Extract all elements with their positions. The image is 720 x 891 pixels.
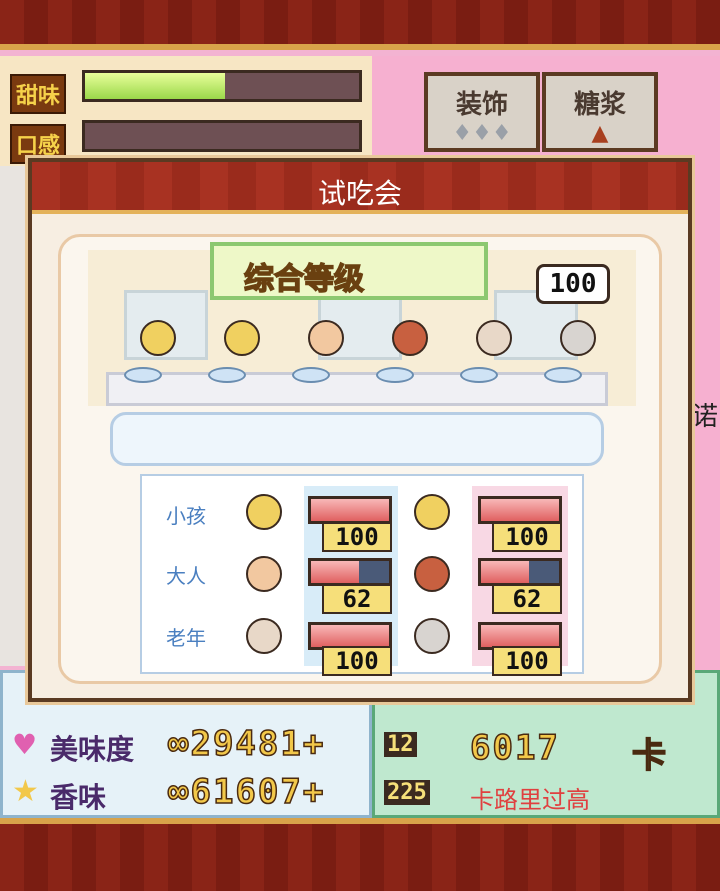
score-meter-fill [311, 625, 389, 647]
judge-senior-avatar [476, 320, 512, 356]
aroma-number: 61607 [190, 771, 303, 813]
score-value: 100 [492, 522, 562, 552]
judge-adult-avatar [308, 320, 344, 356]
calories-value: 6017 [469, 727, 560, 769]
adult-woman-icon [414, 556, 450, 592]
score-meter-fill [481, 561, 530, 583]
syrup-button[interactable]: 糖浆 ▲ [542, 72, 658, 152]
score-value: 100 [322, 522, 392, 552]
level-banner-text: 综合等级 [243, 261, 365, 298]
top-frame [0, 0, 720, 50]
senior-woman-icon [414, 618, 450, 654]
plate [460, 367, 498, 383]
aroma-value: ∞61607+ [167, 771, 326, 813]
aroma-plus: 225 [384, 780, 430, 805]
aroma-label: 香味 [50, 781, 107, 814]
plate [292, 367, 330, 383]
score-meter-fill [311, 499, 389, 521]
score-meter-fill [481, 625, 559, 647]
sweet-bar [82, 70, 362, 102]
bottom-frame [0, 818, 720, 891]
comment-box [110, 412, 604, 466]
sweet-label: 甜味 [10, 74, 67, 114]
row-label-senior: 老年 [166, 626, 206, 650]
dialog-title: 试吃会 [317, 177, 402, 210]
heart-icon: ♥ [12, 728, 38, 761]
dialog-header: 试吃会 [32, 162, 688, 214]
score-meter-fill [481, 499, 559, 521]
decoration-button[interactable]: 装饰 ♦♦♦ [424, 72, 540, 152]
row-label-adult: 大人 [166, 564, 206, 588]
child-boy-icon [246, 494, 282, 530]
drop-icon: ♦♦♦ [452, 121, 512, 146]
score-value: 62 [492, 584, 562, 614]
score-meter [308, 558, 392, 586]
judge-child-avatar [224, 320, 260, 356]
judge-child-avatar [140, 320, 176, 356]
score-panel: 小孩 大人 老年 100 62 100 100 62 100 [140, 474, 584, 676]
plate [376, 367, 414, 383]
row-label-child: 小孩 [166, 504, 206, 528]
level-banner: 综合等级 [210, 242, 488, 300]
child-girl-icon [414, 494, 450, 530]
score-meter [308, 496, 392, 524]
decoration-label: 装饰 [455, 90, 508, 120]
score-meter [478, 496, 562, 524]
plate [208, 367, 246, 383]
beauty-plus: 12 [384, 732, 417, 757]
texture-bar [82, 120, 362, 152]
sweet-bar-fill [85, 73, 225, 99]
beauty-label: 美味度 [50, 733, 135, 766]
beauty-number: 29481 [190, 723, 303, 765]
left-wall [0, 166, 30, 666]
tasting-counter [106, 372, 608, 406]
plate [124, 367, 162, 383]
calories-note: 卡路里过高 [470, 786, 590, 814]
adult-man-icon [246, 556, 282, 592]
score-value: 100 [492, 646, 562, 676]
beauty-value: ∞29481+ [167, 723, 326, 765]
senior-man-icon [246, 618, 282, 654]
calories-unit: 卡 [631, 735, 668, 777]
syrup-icon: ▲ [591, 121, 609, 146]
score-meter-fill [311, 561, 360, 583]
overall-score-bubble: 100 [536, 264, 610, 304]
score-value: 100 [322, 646, 392, 676]
plate [544, 367, 582, 383]
star-icon: ★ [12, 774, 39, 809]
side-text: 诺 [692, 402, 719, 432]
judge-adult-avatar [392, 320, 428, 356]
syrup-label: 糖浆 [573, 90, 626, 120]
judge-senior-avatar [560, 320, 596, 356]
score-meter [478, 558, 562, 586]
tasting-dialog: 试吃会 综合等级 100 小孩 大人 老年 100 62 100 100 62 … [28, 158, 692, 702]
score-value: 62 [322, 584, 392, 614]
